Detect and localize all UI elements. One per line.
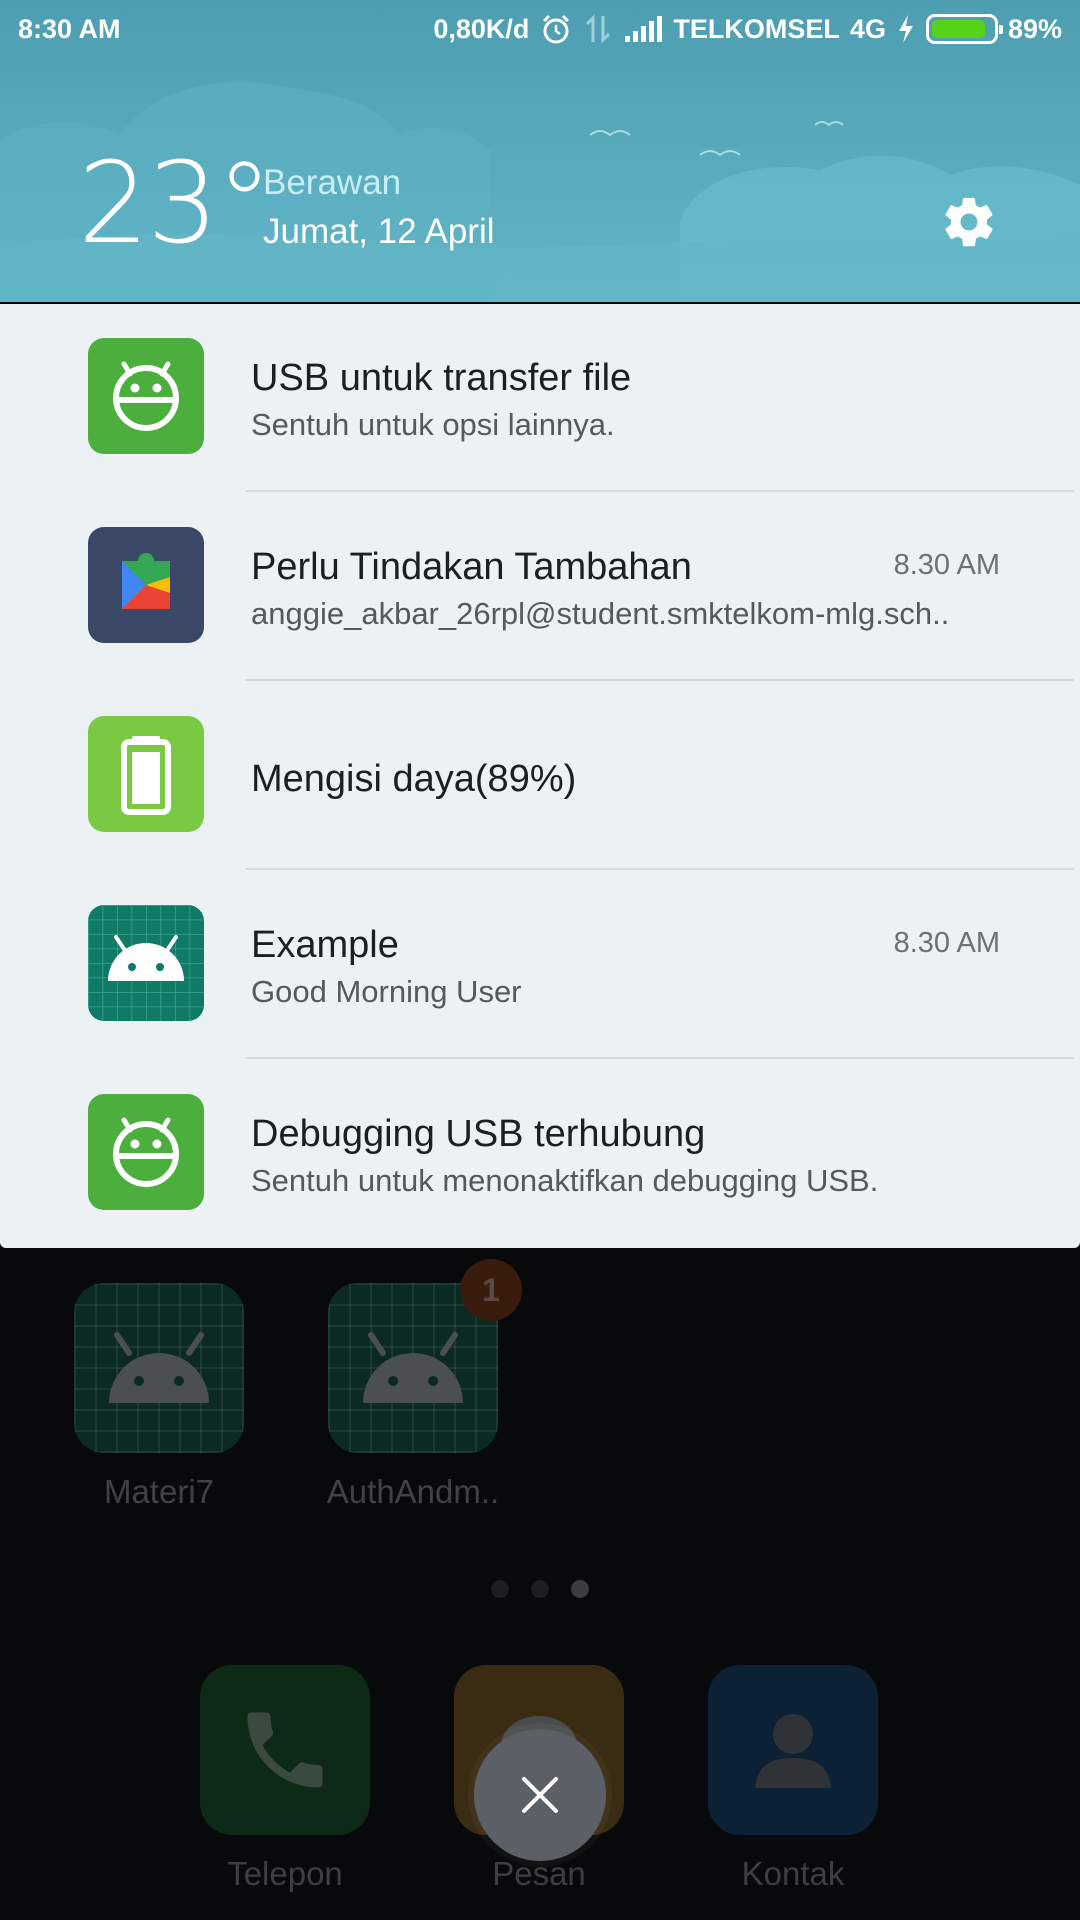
gear-icon[interactable] [940,193,998,251]
signal-icon [625,16,663,42]
app-label: Materi7 [103,1473,215,1510]
google-play-services-icon [88,527,204,643]
notification-title: Debugging USB terhubung [251,1113,706,1155]
status-time: 8:30 AM [18,14,121,44]
notification-title: USB untuk transfer file [251,357,632,399]
divider [245,1057,1074,1059]
notification-title: Perlu Tindakan Tambahan [251,546,692,588]
network-speed: 0,80K/d [433,13,530,44]
battery-percent: 89% [1007,13,1062,44]
page-dot [531,1580,549,1598]
dock-app-label: Kontak [741,1855,845,1892]
status-bar: 8:30 AM 0,80K/d TELKOMSEL 4G 89% [0,0,1080,62]
app-label: AuthAndm.. [326,1473,500,1510]
dock-app-kontak[interactable]: Kontak [693,1665,893,1893]
contact-icon [708,1665,878,1835]
phone-icon [200,1665,370,1835]
notification-time: 8.30 AM [893,549,1000,581]
battery-charging-icon [88,716,204,832]
notification-play-services[interactable]: Perlu Tindakan Tambahan anggie_akbar_26r… [0,493,1080,682]
page-dot-active [571,1580,589,1598]
android-app-icon [88,905,204,1021]
carrier-name: TELKOMSEL [673,13,840,44]
notification-charging[interactable]: Mengisi daya(89%) [0,682,1080,871]
temperature: 23° [78,139,273,269]
android-debug-icon [88,1094,204,1210]
notification-subtitle: Good Morning User [251,974,522,1009]
notification-example[interactable]: Example Good Morning User 8.30 AM [0,871,1080,1060]
notification-subtitle: Sentuh untuk opsi lainnya. [251,407,615,442]
notification-title: Example [251,924,399,966]
data-transfer-icon [586,14,611,44]
notification-usb-transfer[interactable]: USB untuk transfer file Sentuh untuk ops… [0,304,1080,493]
page-indicator[interactable] [0,1580,1080,1598]
charging-bolt-icon [898,15,913,43]
divider [245,868,1074,870]
notification-subtitle: anggie_akbar_26rpl@student.smktelkom-mlg… [251,596,950,631]
notification-subtitle: Sentuh untuk menonaktifkan debugging USB… [251,1163,879,1198]
weather-condition: Berawan [263,163,402,202]
notification-usb-debugging[interactable]: Debugging USB terhubung Sentuh untuk men… [0,1060,1080,1249]
date-label: Jumat, 12 April [263,212,495,251]
android-app-icon [74,1283,244,1453]
divider [245,490,1074,492]
page-dot [491,1580,509,1598]
clear-notifications-button[interactable] [474,1729,606,1861]
dock-app-telepon[interactable]: Telepon [185,1665,385,1893]
weather-header: 8:30 AM 0,80K/d TELKOMSEL 4G 89% 23° Ber… [0,0,1080,302]
android-debug-icon [88,338,204,454]
divider [245,679,1074,681]
notification-time: 8.30 AM [893,927,1000,959]
battery-fill [931,20,986,38]
network-type: 4G [849,13,886,44]
alarm-icon [543,14,570,44]
dock-app-label: Telepon [227,1855,343,1892]
notification-badge: 1 [460,1259,522,1321]
close-icon [522,1777,558,1813]
battery-icon [925,14,1003,44]
notification-title: Mengisi daya(89%) [251,758,577,800]
app-materi7[interactable]: Materi7 [59,1283,259,1511]
notification-panel: USB untuk transfer file Sentuh untuk ops… [0,304,1080,1248]
